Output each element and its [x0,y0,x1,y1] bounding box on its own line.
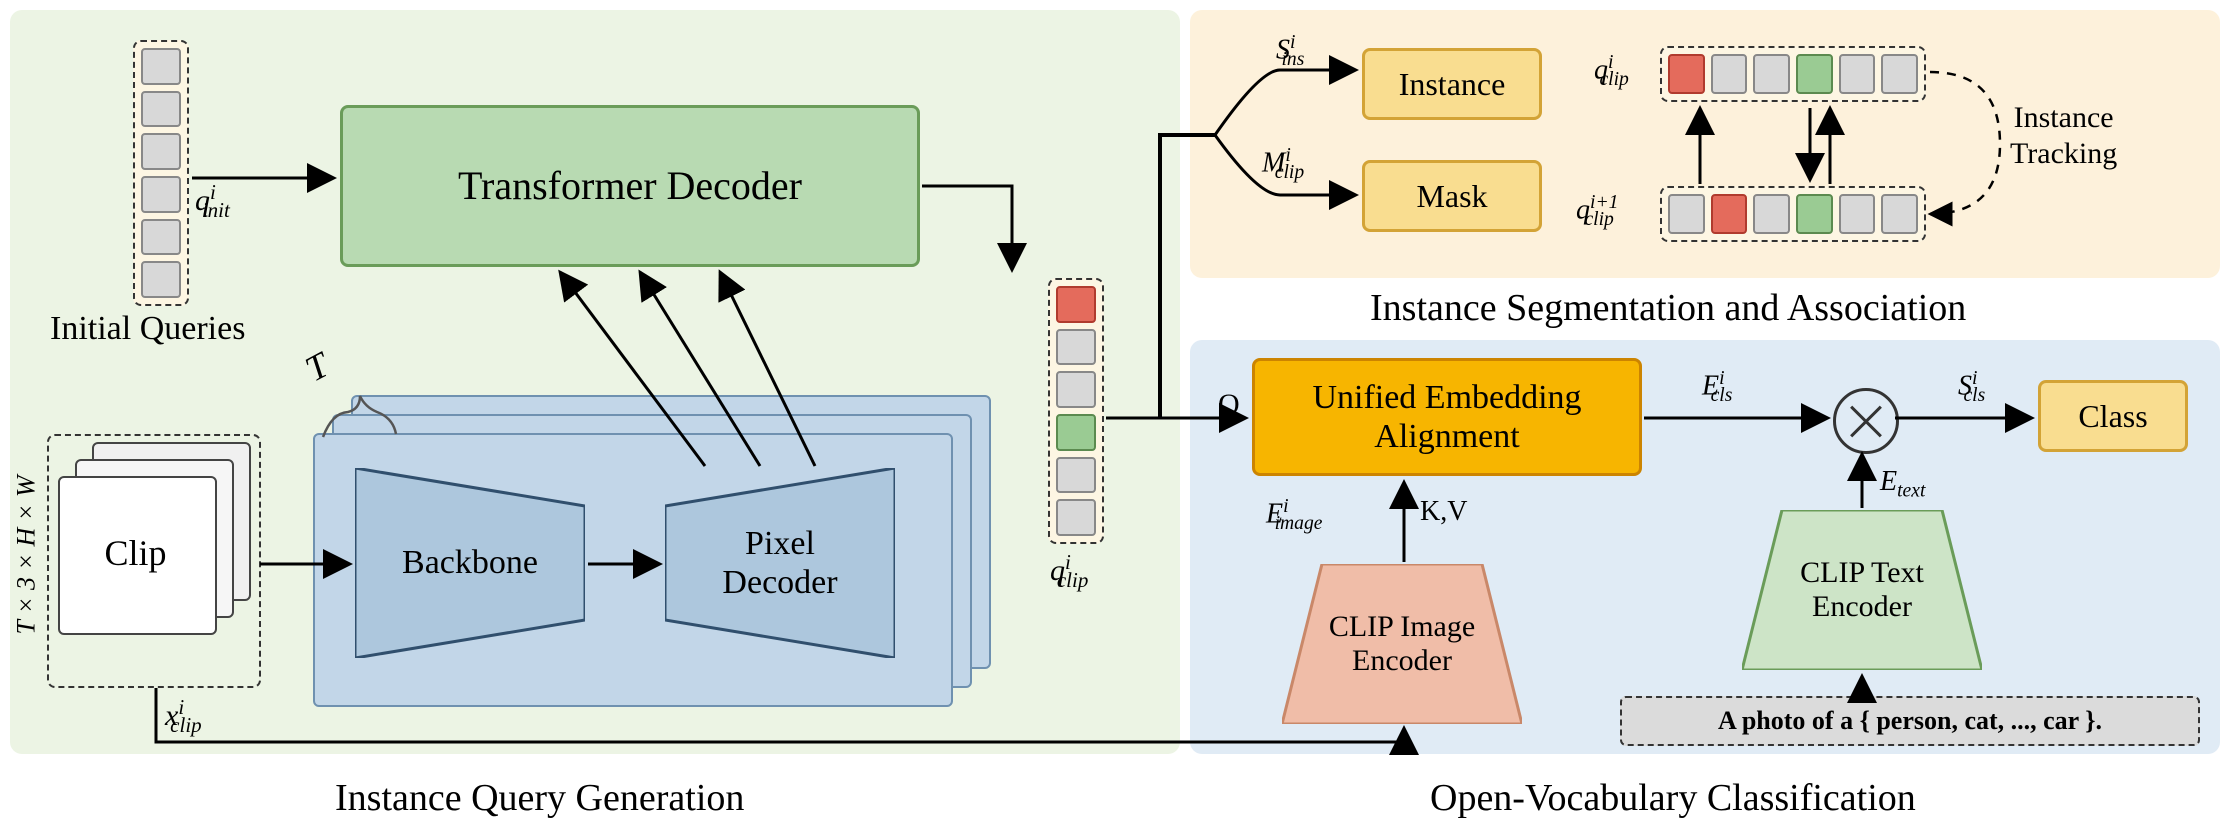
mask-block: Mask [1362,160,1542,232]
caption-left: Instance Query Generation [335,776,744,820]
label-inst-track: Instance Tracking [2010,100,2117,172]
pixel-decoder-block: Pixel Decoder [665,468,895,658]
label-etext: Etext [1880,466,1925,503]
label-sins: Siins [1276,32,1304,71]
label-q: Q [1218,388,1240,422]
label-q-init: qiinit [195,180,230,223]
track-top-tokens [1660,46,1926,102]
uea-block: Unified Embedding Alignment [1252,358,1642,476]
track-bot-tokens [1660,186,1926,242]
label-qclip-top: qiclip [1594,52,1629,91]
class-block: Class [2038,380,2188,452]
label-initial-queries: Initial Queries [50,310,245,348]
prompt-box: A photo of a { person, cat, ..., car }. [1620,696,2200,746]
caption-tr: Instance Segmentation and Association [1370,286,1966,330]
label-mclip: Miclip [1262,145,1304,184]
label-eimage: Eiimage [1266,496,1322,535]
label-x-clip: xiclip [165,695,202,738]
clip-image-encoder: CLIP Image Encoder [1282,564,1522,724]
label-scls: Sicls [1958,368,1985,407]
label-qclip-bot: qi+1clip [1576,192,1614,231]
caption-right: Open-Vocabulary Classification [1430,776,1916,820]
initial-queries-tokens [133,40,189,306]
label-ecls: Eicls [1702,368,1732,407]
label-q-clip: qiclip [1050,550,1088,593]
label-kv: K,V [1420,496,1467,528]
label-thw: T × 3 × H × W [12,475,42,634]
transformer-decoder-block: Transformer Decoder [340,105,920,267]
instance-block: Instance [1362,48,1542,120]
clip-label: Clip [58,476,213,631]
backbone-block: Backbone [355,468,585,658]
qclip-tokens [1048,278,1104,544]
multiply-op [1833,388,1899,454]
clip-text-encoder: CLIP Text Encoder [1742,510,1982,670]
